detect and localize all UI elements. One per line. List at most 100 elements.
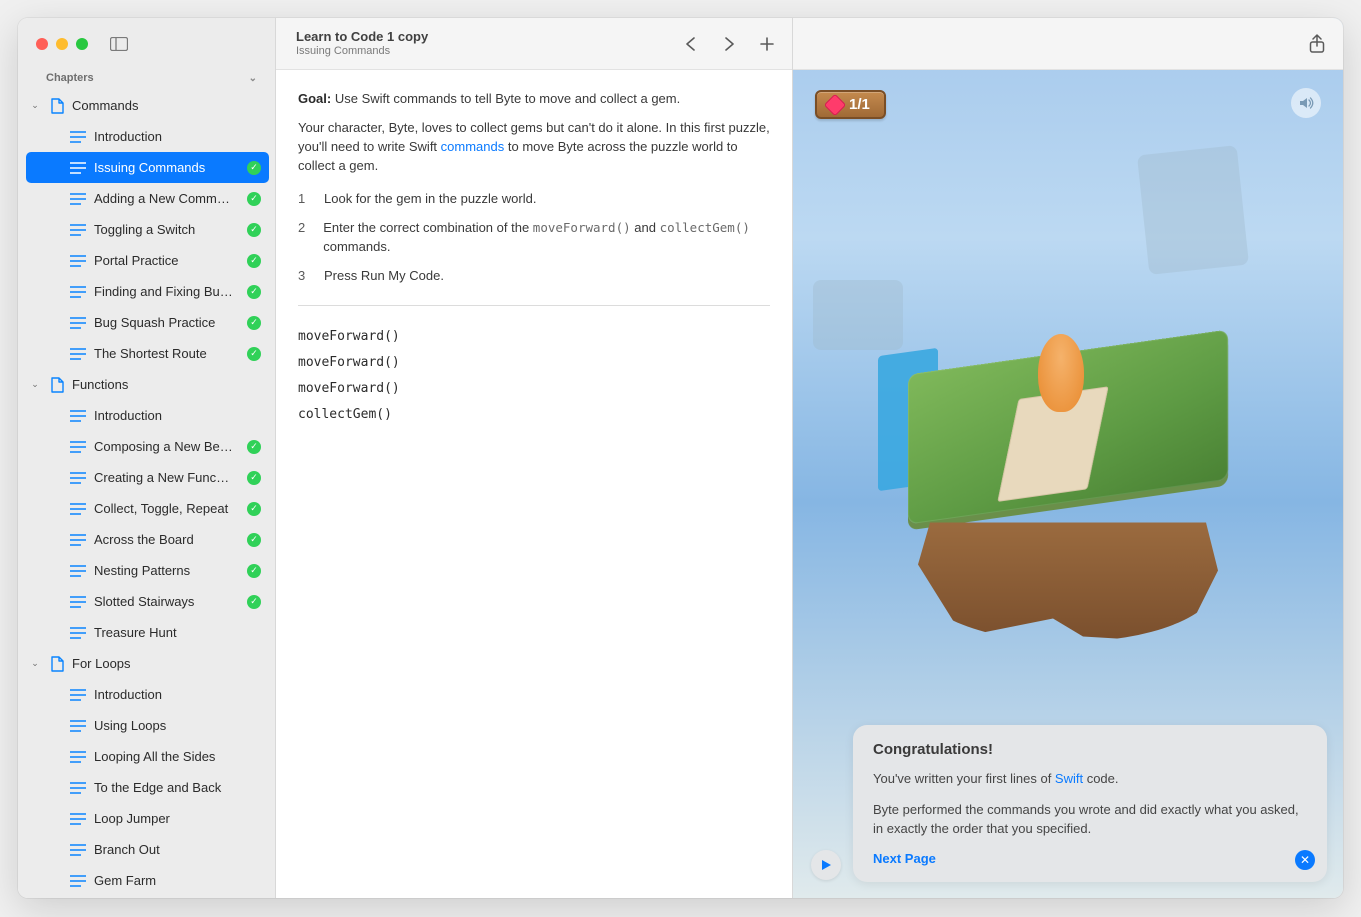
lesson-item[interactable]: Introduction xyxy=(26,679,269,710)
step-item: 2Enter the correct combination of the mo… xyxy=(298,214,770,262)
swift-link[interactable]: Swift xyxy=(1055,771,1083,786)
add-page-button[interactable] xyxy=(760,37,774,51)
lesson-icon xyxy=(70,255,88,267)
next-page-button[interactable] xyxy=(722,37,736,51)
section-row[interactable]: ⌄Functions xyxy=(26,369,269,400)
close-window-button[interactable] xyxy=(36,38,48,50)
chevron-down-icon: ⌄ xyxy=(28,100,42,111)
lesson-item[interactable]: Finding and Fixing Bu…✓ xyxy=(26,276,269,307)
nav-list[interactable]: ⌄CommandsIntroductionIssuing Commands✓Ad… xyxy=(18,88,275,898)
lesson-item[interactable]: Portal Practice✓ xyxy=(26,245,269,276)
game-scene[interactable]: 1/1 Congratulations! You've written your xyxy=(793,70,1343,898)
document-icon xyxy=(48,656,66,672)
traffic-lights xyxy=(36,38,88,50)
lesson-icon xyxy=(70,193,88,205)
checkmark-icon: ✓ xyxy=(247,192,261,206)
lesson-item[interactable]: Treasure Hunt xyxy=(26,617,269,648)
game-toolbar xyxy=(793,18,1343,70)
sidebar: Chapters ⌄ ⌄CommandsIntroductionIssuing … xyxy=(18,18,276,898)
code-token: collectGem() xyxy=(660,220,750,235)
goal-label: Goal: xyxy=(298,91,331,106)
chevron-down-icon: ⌄ xyxy=(28,379,42,390)
lesson-label: Nesting Patterns xyxy=(94,563,241,578)
lesson-item[interactable]: Creating a New Func…✓ xyxy=(26,462,269,493)
lesson-label: Issuing Commands xyxy=(94,160,241,175)
lesson-icon xyxy=(70,844,88,856)
share-button[interactable] xyxy=(1309,34,1325,54)
lesson-item[interactable]: Bug Squash Practice ✓ xyxy=(26,307,269,338)
lesson-item[interactable]: Collect, Toggle, Repeat✓ xyxy=(26,493,269,524)
code-line[interactable]: collectGem() xyxy=(298,402,770,428)
lesson-icon xyxy=(70,131,88,143)
lesson-item[interactable]: Introduction xyxy=(26,121,269,152)
lesson-item[interactable]: Adding a New Comm… ✓ xyxy=(26,183,269,214)
lesson-icon xyxy=(70,503,88,515)
lesson-label: Gem Farm xyxy=(94,873,261,888)
page-title: Issuing Commands xyxy=(296,45,428,58)
lesson-icon xyxy=(70,627,88,639)
success-popup: Congratulations! You've written your fir… xyxy=(853,725,1327,882)
checkmark-icon: ✓ xyxy=(247,347,261,361)
goal-paragraph: Goal: Use Swift commands to tell Byte to… xyxy=(298,90,770,109)
lesson-label: Portal Practice xyxy=(94,253,241,268)
document-icon xyxy=(48,98,66,114)
lesson-item[interactable]: Nesting Patterns ✓ xyxy=(26,555,269,586)
lesson-header: Learn to Code 1 copy Issuing Commands xyxy=(276,18,792,70)
lesson-item[interactable]: Toggling a Switch✓ xyxy=(26,214,269,245)
lesson-item[interactable]: The Shortest Route ✓ xyxy=(26,338,269,369)
zoom-window-button[interactable] xyxy=(76,38,88,50)
prev-page-button[interactable] xyxy=(684,37,698,51)
close-popup-button[interactable]: ✕ xyxy=(1295,850,1315,870)
checkmark-icon: ✓ xyxy=(247,595,261,609)
section-row[interactable]: ⌄For Loops xyxy=(26,648,269,679)
byte-character xyxy=(1038,334,1084,412)
play-button[interactable] xyxy=(811,850,841,880)
background-rock xyxy=(1137,145,1249,275)
lesson-item[interactable]: Issuing Commands✓ xyxy=(26,152,269,183)
lesson-label: Looping All the Sides xyxy=(94,749,261,764)
lesson-item[interactable]: Looping All the Sides xyxy=(26,741,269,772)
lesson-item[interactable]: Loop Jumper xyxy=(26,803,269,834)
lesson-item[interactable]: Across the Board✓ xyxy=(26,524,269,555)
sidebar-toggle-icon[interactable] xyxy=(110,37,128,51)
chapters-header[interactable]: Chapters ⌄ xyxy=(18,70,275,88)
lesson-item[interactable]: Branch Out xyxy=(26,834,269,865)
next-page-link[interactable]: Next Page xyxy=(873,851,1307,866)
lesson-icon xyxy=(70,348,88,360)
lesson-item[interactable]: Introduction xyxy=(26,400,269,431)
lesson-item[interactable]: Gem Farm xyxy=(26,865,269,896)
section-row[interactable]: ⌄ Commands xyxy=(26,90,269,121)
lesson-panel: Learn to Code 1 copy Issuing Commands Go… xyxy=(276,18,793,898)
lesson-label: Bug Squash Practice xyxy=(94,315,241,330)
lesson-icon xyxy=(70,596,88,608)
sound-button[interactable] xyxy=(1291,88,1321,118)
lesson-label: The Shortest Route xyxy=(94,346,241,361)
lesson-label: To the Edge and Back xyxy=(94,780,261,795)
code-line[interactable]: moveForward() xyxy=(298,376,770,402)
dirt-base xyxy=(918,522,1218,642)
code-line[interactable]: moveForward() xyxy=(298,324,770,350)
lesson-icon xyxy=(70,286,88,298)
lesson-icon xyxy=(70,565,88,577)
background-rock xyxy=(813,280,903,350)
checkmark-icon: ✓ xyxy=(247,471,261,485)
lesson-item[interactable]: To the Edge and Back xyxy=(26,772,269,803)
code-line[interactable]: moveForward() xyxy=(298,350,770,376)
commands-link[interactable]: commands xyxy=(441,139,505,154)
lesson-item[interactable]: Slotted Stairways✓ xyxy=(26,586,269,617)
lesson-label: Adding a New Comm… xyxy=(94,191,241,206)
goal-text: Use Swift commands to tell Byte to move … xyxy=(331,91,680,106)
section-label: Commands xyxy=(72,98,138,113)
checkmark-icon: ✓ xyxy=(247,316,261,330)
lesson-icon xyxy=(70,689,88,701)
code-editor[interactable]: moveForward()moveForward()moveForward()c… xyxy=(298,324,770,428)
minimize-window-button[interactable] xyxy=(56,38,68,50)
lesson-item[interactable]: Composing a New Be… ✓ xyxy=(26,431,269,462)
lesson-label: Treasure Hunt xyxy=(94,625,261,640)
checkmark-icon: ✓ xyxy=(247,564,261,578)
lesson-label: Branch Out xyxy=(94,842,261,857)
lesson-label: Composing a New Be… xyxy=(94,439,241,454)
popup-line1: You've written your first lines of Swift… xyxy=(873,770,1307,789)
lesson-item[interactable]: Using Loops xyxy=(26,710,269,741)
checkmark-icon: ✓ xyxy=(247,440,261,454)
